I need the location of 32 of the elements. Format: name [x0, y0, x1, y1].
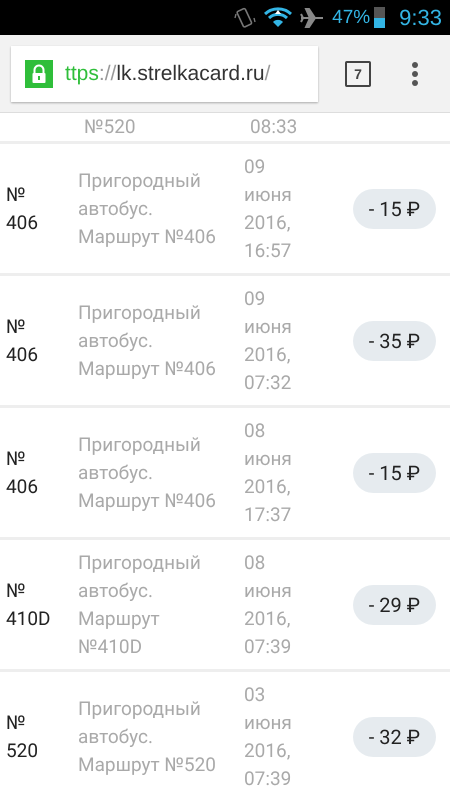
date-text: 08 июня 2016, 17:37	[244, 418, 293, 528]
route-description: Пригородный автобус. Маршрут №406	[78, 300, 217, 382]
amount-badge: - 32 ₽	[352, 716, 436, 756]
bus-number: № 406	[5, 182, 40, 236]
battery-percent: 47%	[332, 6, 370, 28]
bus-number: № 520	[5, 710, 40, 764]
date-text: 09 июня 2016, 16:57	[244, 154, 293, 264]
amount-badge: - 29 ₽	[352, 584, 436, 624]
route-description: Пригородный автобус. Маршрут №406	[78, 432, 217, 514]
battery-icon	[374, 7, 386, 28]
bus-number: № 406	[5, 446, 40, 500]
date-text: 09 июня 2016, 07:32	[244, 286, 293, 396]
route-text: №520	[84, 114, 137, 140]
date-text: 08 июня 2016, 07:39	[244, 550, 293, 660]
date-text: 03 июня 2016, 07:39	[244, 682, 293, 792]
amount-badge: - 15 ₽	[352, 452, 436, 492]
date-text: 08:33	[250, 114, 298, 140]
amount-badge: - 35 ₽	[352, 320, 436, 360]
vibrate-icon	[234, 6, 256, 30]
bus-number: № 410D	[5, 578, 52, 632]
bus-number: № 406	[5, 314, 40, 368]
route-description: Пригородный автобус. Маршрут №520	[78, 696, 217, 778]
wifi-icon	[264, 6, 292, 28]
menu-icon[interactable]	[411, 60, 419, 86]
url-text: ttps://lk.strelkacard.ru/	[65, 62, 270, 86]
address-field[interactable]: ttps://lk.strelkacard.ru/	[11, 46, 318, 102]
route-description: Пригородный автобус. Маршрут №406	[78, 168, 217, 250]
amount-badge: - 15 ₽	[352, 188, 436, 228]
airplane-icon	[300, 6, 324, 28]
clock: 9:33	[399, 4, 442, 30]
route-description: Пригородный автобус. Маршрут №410D	[78, 550, 202, 660]
tab-count-button[interactable]: 7	[345, 60, 371, 86]
